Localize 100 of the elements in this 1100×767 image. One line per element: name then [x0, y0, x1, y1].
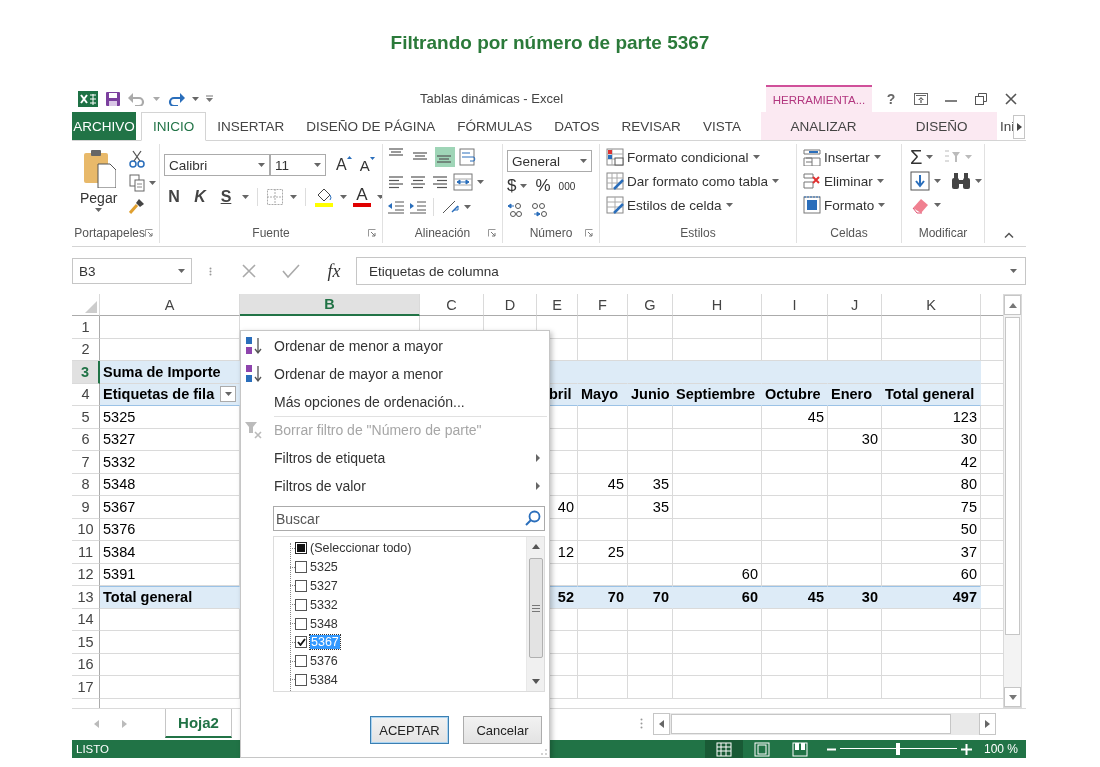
- caret-icon[interactable]: [1010, 269, 1017, 273]
- scroll-down-icon[interactable]: [1008, 694, 1017, 700]
- checkbox[interactable]: [295, 542, 307, 555]
- scroll-left-icon[interactable]: [659, 719, 664, 728]
- orientation-icon[interactable]: [440, 198, 460, 216]
- list-item[interactable]: (Seleccionar todo): [310, 541, 412, 556]
- caret-icon[interactable]: [975, 179, 982, 183]
- column-header[interactable]: F: [578, 294, 628, 316]
- decrease-indent-icon[interactable]: [387, 199, 405, 215]
- column-header[interactable]: G: [628, 294, 673, 316]
- row-header[interactable]: 11: [72, 541, 100, 564]
- checkbox[interactable]: [295, 655, 307, 668]
- checkbox[interactable]: [295, 580, 307, 592]
- ribbon-tab[interactable]: FÓRMULAS: [446, 112, 544, 140]
- currency-button[interactable]: $: [507, 176, 517, 196]
- paste-button[interactable]: Pegar: [76, 146, 122, 208]
- search-icon[interactable]: [525, 510, 541, 526]
- normal-view-icon[interactable]: [715, 741, 732, 757]
- checkbox[interactable]: [295, 636, 307, 649]
- scroll-right-icon[interactable]: [1016, 123, 1022, 131]
- row-header[interactable]: 16: [72, 653, 100, 676]
- caret-icon[interactable]: [520, 184, 528, 188]
- font-size-field[interactable]: 11: [270, 154, 326, 176]
- caret-icon[interactable]: [878, 203, 886, 207]
- caret-icon[interactable]: [464, 205, 471, 209]
- checkbox[interactable]: [295, 617, 307, 630]
- font-color-button[interactable]: A: [353, 187, 371, 207]
- copy-icon[interactable]: [129, 174, 146, 192]
- increase-font-button[interactable]: A: [336, 156, 352, 174]
- row-header[interactable]: 6: [72, 428, 100, 451]
- checkbox[interactable]: [295, 598, 307, 611]
- scroll-up-icon[interactable]: [531, 544, 540, 549]
- menu-item[interactable]: Filtros de etiqueta: [241, 444, 549, 472]
- ribbon-display-icon[interactable]: [914, 92, 928, 105]
- fill-down-icon[interactable]: [910, 171, 930, 191]
- list-item[interactable]: 5332: [310, 597, 338, 612]
- checkbox[interactable]: [295, 561, 307, 574]
- scrollbar-thumb[interactable]: [671, 713, 951, 734]
- scrollbar-thumb[interactable]: [528, 558, 543, 658]
- caret-icon[interactable]: [752, 155, 760, 159]
- align-center-icon[interactable]: [409, 174, 427, 190]
- row-header[interactable]: 3: [72, 361, 100, 384]
- row-header[interactable]: 12: [72, 563, 100, 586]
- filter-button[interactable]: [220, 386, 236, 403]
- dialog-launcher-icon[interactable]: [145, 229, 153, 237]
- list-item[interactable]: 5376: [310, 654, 338, 669]
- list-item[interactable]: 5327: [310, 579, 338, 593]
- caret-icon[interactable]: [873, 155, 881, 159]
- caret-icon[interactable]: [290, 195, 297, 199]
- ok-button[interactable]: ACEPTAR: [370, 716, 449, 744]
- sheet-tab[interactable]: Hoja2: [165, 708, 232, 738]
- caret-icon[interactable]: [258, 163, 265, 167]
- percent-button[interactable]: %: [535, 176, 551, 196]
- column-header[interactable]: A: [100, 294, 240, 316]
- save-icon[interactable]: [105, 90, 121, 107]
- caret-icon[interactable]: [242, 195, 249, 199]
- split-handle-icon[interactable]: [640, 718, 643, 729]
- binoculars-icon[interactable]: [951, 172, 971, 190]
- row-header[interactable]: 17: [72, 676, 100, 699]
- cell-styles-button[interactable]: Estilos de celda: [606, 196, 722, 214]
- resize-grip-icon[interactable]: [541, 749, 547, 755]
- ribbon-tab[interactable]: VISTA: [691, 112, 752, 140]
- row-header[interactable]: 9: [72, 496, 100, 519]
- eraser-icon[interactable]: [910, 196, 930, 214]
- list-item[interactable]: 5348: [310, 616, 338, 631]
- menu-item[interactable]: Ordenar de menor a mayor: [241, 332, 549, 360]
- caret-icon[interactable]: [178, 269, 185, 273]
- zoom-slider[interactable]: [839, 740, 957, 758]
- ribbon-tab[interactable]: INICIO: [141, 112, 207, 141]
- file-tab[interactable]: ARCHIVO: [72, 112, 136, 140]
- italic-button[interactable]: K: [190, 188, 210, 206]
- redo-icon[interactable]: [167, 91, 185, 106]
- caret-icon[interactable]: [876, 179, 884, 183]
- scrollbar-thumb[interactable]: [1005, 317, 1020, 635]
- row-header[interactable]: 14: [72, 608, 100, 631]
- drag-handle-icon[interactable]: [208, 266, 212, 276]
- caret-icon[interactable]: [477, 180, 484, 184]
- ribbon-tab[interactable]: DATOS: [543, 112, 611, 140]
- caret-icon[interactable]: [926, 155, 934, 159]
- format-as-table-button[interactable]: Dar formato como tabla: [606, 172, 769, 190]
- number-format-field[interactable]: General: [507, 150, 592, 172]
- autosum-button[interactable]: Σ: [910, 145, 923, 169]
- ribbon-tab[interactable]: REVISAR: [610, 112, 692, 140]
- font-name-field[interactable]: Calibri: [164, 154, 270, 176]
- list-item[interactable]: 5384: [310, 672, 338, 687]
- row-header[interactable]: 7: [72, 451, 100, 474]
- thousands-button[interactable]: 000: [558, 180, 576, 192]
- caret-icon[interactable]: [192, 96, 199, 101]
- insert-function-button[interactable]: fx: [312, 260, 356, 282]
- bold-button[interactable]: N: [164, 188, 184, 206]
- increase-decimal-icon[interactable]: [507, 201, 523, 219]
- customize-icon[interactable]: [206, 95, 213, 102]
- dialog-launcher-icon[interactable]: [488, 229, 496, 237]
- row-header[interactable]: 10: [72, 518, 100, 541]
- column-header[interactable]: C: [420, 294, 484, 316]
- scissors-icon[interactable]: [129, 150, 146, 168]
- column-header[interactable]: H: [673, 294, 762, 316]
- scroll-down-icon[interactable]: [531, 679, 540, 684]
- decrease-decimal-icon[interactable]: [531, 201, 547, 219]
- column-header[interactable]: D: [484, 294, 537, 316]
